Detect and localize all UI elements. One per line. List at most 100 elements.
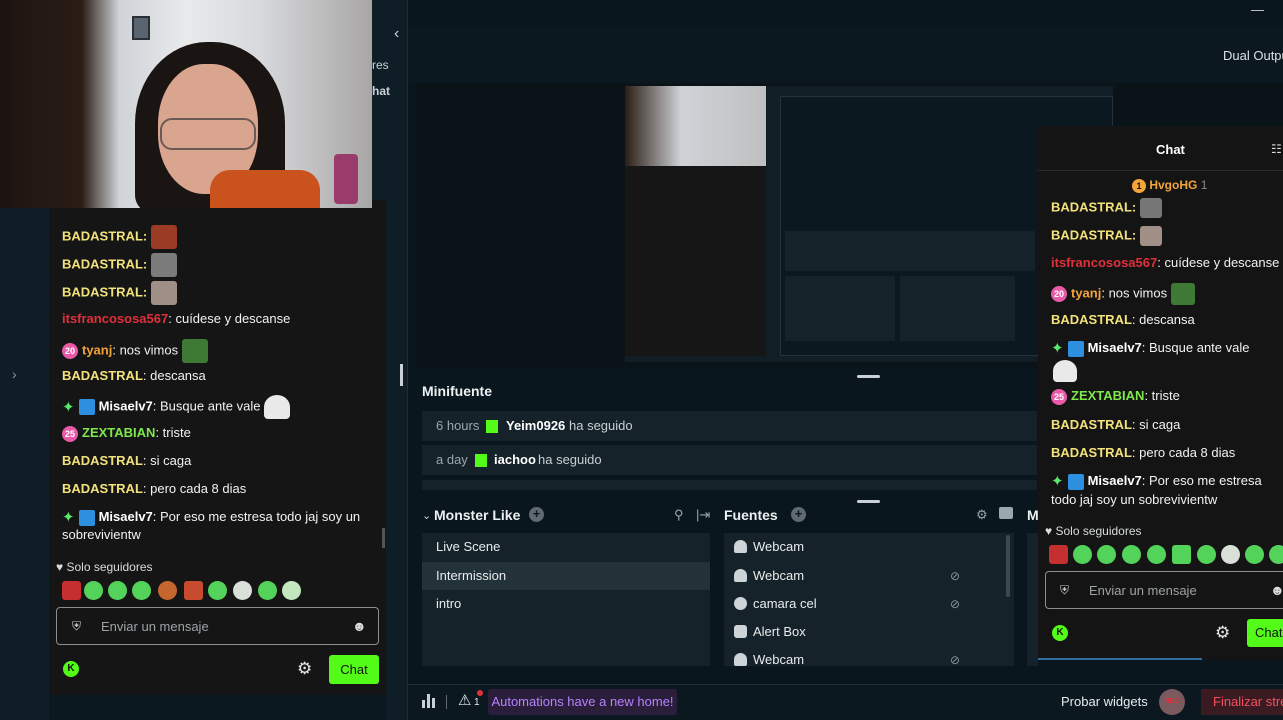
send-chat-button[interactable]: Chat	[329, 655, 379, 684]
rec-button[interactable]: REC	[1159, 689, 1185, 715]
alert-icon[interactable]: ⚠	[458, 691, 471, 709]
chat-settings-gear-icon[interactable]: ⚙	[1215, 623, 1230, 643]
source-item[interactable]: Webcam	[724, 533, 1014, 561]
emote-icon[interactable]	[233, 581, 252, 600]
scene-item-selected[interactable]: Intermission	[422, 562, 710, 590]
emote-icon[interactable]	[108, 581, 127, 600]
heart-icon: ♥	[56, 560, 64, 574]
emote-icon[interactable]	[1147, 545, 1166, 564]
event-row[interactable]: a day iachoo ha seguido	[422, 445, 1037, 475]
add-source-icon[interactable]: +	[791, 507, 806, 522]
source-group-icon[interactable]: ⚙	[976, 507, 988, 523]
event-row[interactable]: 6 hours Yeim0926 ha seguido	[422, 411, 1037, 441]
users-icon[interactable]: ☷	[1271, 142, 1282, 156]
end-stream-button[interactable]: Finalizar strea	[1201, 689, 1283, 715]
alert-dot	[477, 690, 483, 696]
person-shirt	[210, 170, 320, 208]
chat-username[interactable]: Misaelv7	[99, 509, 153, 524]
scene-item[interactable]: intro	[422, 590, 710, 618]
chat-scrollbar[interactable]	[382, 528, 385, 548]
eye-hidden-icon[interactable]: ⊘	[950, 570, 962, 582]
emote-icon[interactable]	[184, 581, 203, 600]
emote-icon[interactable]	[1245, 545, 1264, 564]
emote-icon[interactable]	[1172, 545, 1191, 564]
emote-bar	[62, 581, 312, 600]
test-widgets-button[interactable]: Probar widgets	[1061, 694, 1148, 709]
preview-scrollbar[interactable]	[400, 364, 403, 386]
chat-username[interactable]: BADASTRAL	[62, 453, 143, 468]
top-user-name[interactable]: HvgoHG	[1149, 178, 1197, 192]
sparkle-badge-icon: ✦	[62, 398, 75, 416]
chat-username[interactable]: Misaelv7	[1088, 473, 1142, 488]
source-item[interactable]: camara cel ⊘	[724, 590, 1014, 618]
preview-resize-handle[interactable]	[857, 375, 880, 378]
emote-icon[interactable]	[62, 581, 81, 600]
chat-username[interactable]: BADASTRAL	[62, 228, 143, 243]
minimize-icon[interactable]: —	[1251, 2, 1264, 17]
emote-icon[interactable]	[282, 581, 301, 600]
chat-username[interactable]: BADASTRAL	[1051, 227, 1132, 242]
emote-icon[interactable]	[1073, 545, 1092, 564]
scene-collection-icon[interactable]: |⇥	[696, 507, 710, 523]
chat-message: BADASTRAL: pero cada 8 dias	[62, 480, 380, 497]
emote-icon[interactable]	[1221, 545, 1240, 564]
sources-list: Webcam Webcam ⊘ camara cel ⊘ Alert Box Web…	[724, 533, 1014, 667]
kick-logo-icon[interactable]: K	[1052, 625, 1068, 641]
chat-text: : pero cada 8 dias	[142, 481, 247, 496]
add-folder-icon[interactable]	[999, 507, 1013, 519]
scenes-collapse-icon[interactable]: ⌄	[422, 509, 431, 522]
chat-message-input[interactable]: ⛨ Enviar un mensaje ☻	[56, 607, 379, 645]
dock-resize-handle[interactable]	[857, 500, 880, 503]
bar	[432, 698, 435, 708]
chat-username[interactable]: itsfrancososa567	[62, 311, 168, 326]
chat-username[interactable]: Misaelv7	[99, 398, 153, 413]
chevron-right-icon[interactable]: ›	[12, 366, 17, 382]
source-label: Alert Box	[753, 624, 806, 639]
chat-username[interactable]: BADASTRAL	[62, 256, 143, 271]
chat-username[interactable]: ZEXTABIAN	[82, 425, 155, 440]
chat-username[interactable]: tyanj	[1071, 285, 1101, 300]
scene-transition-icon[interactable]: ⚲	[674, 507, 684, 523]
scene-item[interactable]: Live Scene	[422, 533, 710, 561]
emote-icon[interactable]	[1049, 545, 1068, 564]
eye-hidden-icon[interactable]: ⊘	[950, 654, 962, 666]
emote-icon[interactable]	[1122, 545, 1141, 564]
emoji-icon[interactable]: ☻	[352, 618, 367, 634]
automations-banner-button[interactable]: Automations have a new home!	[488, 689, 677, 715]
chat-username[interactable]: Misaelv7	[1088, 340, 1142, 355]
emote-icon[interactable]	[158, 581, 177, 600]
chat-settings-gear-icon[interactable]: ⚙	[297, 659, 312, 679]
emote-icon[interactable]	[84, 581, 103, 600]
collapse-chevron-icon[interactable]: ‹	[394, 25, 399, 43]
dual-output-toggle[interactable]: Dual Output	[1223, 48, 1283, 63]
right-send-chat-button[interactable]: Chat	[1247, 619, 1283, 647]
chat-text: : Busque ante vale	[1141, 340, 1250, 355]
emote-icon	[150, 281, 177, 305]
kick-logo-icon[interactable]: K	[63, 661, 79, 677]
eye-hidden-icon[interactable]: ⊘	[950, 598, 962, 610]
source-item[interactable]: Webcam ⊘	[724, 646, 1014, 674]
sources-scrollbar[interactable]	[1006, 535, 1010, 597]
chat-username[interactable]: BADASTRAL	[1051, 417, 1132, 432]
add-scene-icon[interactable]: +	[529, 507, 544, 522]
stats-chart-icon[interactable]	[422, 694, 436, 708]
emote-icon[interactable]	[1197, 545, 1216, 564]
chat-username[interactable]: BADASTRAL	[62, 368, 143, 383]
chat-username[interactable]: ZEXTABIAN	[1071, 388, 1144, 403]
chat-username[interactable]: tyanj	[82, 342, 112, 357]
emote-icon[interactable]	[208, 581, 227, 600]
emote-icon[interactable]	[132, 581, 151, 600]
emote-icon[interactable]	[1269, 545, 1283, 564]
emoji-icon[interactable]: ☻	[1270, 582, 1283, 598]
chat-username[interactable]: BADASTRAL	[1051, 312, 1132, 327]
chat-username[interactable]: BADASTRAL	[1051, 445, 1132, 460]
source-item[interactable]: Webcam ⊘	[724, 562, 1014, 590]
chat-username[interactable]: itsfrancososa567	[1051, 255, 1157, 270]
emote-icon[interactable]	[258, 581, 277, 600]
right-chat-input[interactable]: ⛨ Enviar un mensaje ☻	[1045, 571, 1283, 609]
chat-username[interactable]: BADASTRAL	[62, 481, 143, 496]
emote-icon[interactable]	[1097, 545, 1116, 564]
chat-username[interactable]: BADASTRAL	[62, 284, 143, 299]
source-item[interactable]: Alert Box	[724, 618, 1014, 646]
chat-username[interactable]: BADASTRAL	[1051, 199, 1132, 214]
